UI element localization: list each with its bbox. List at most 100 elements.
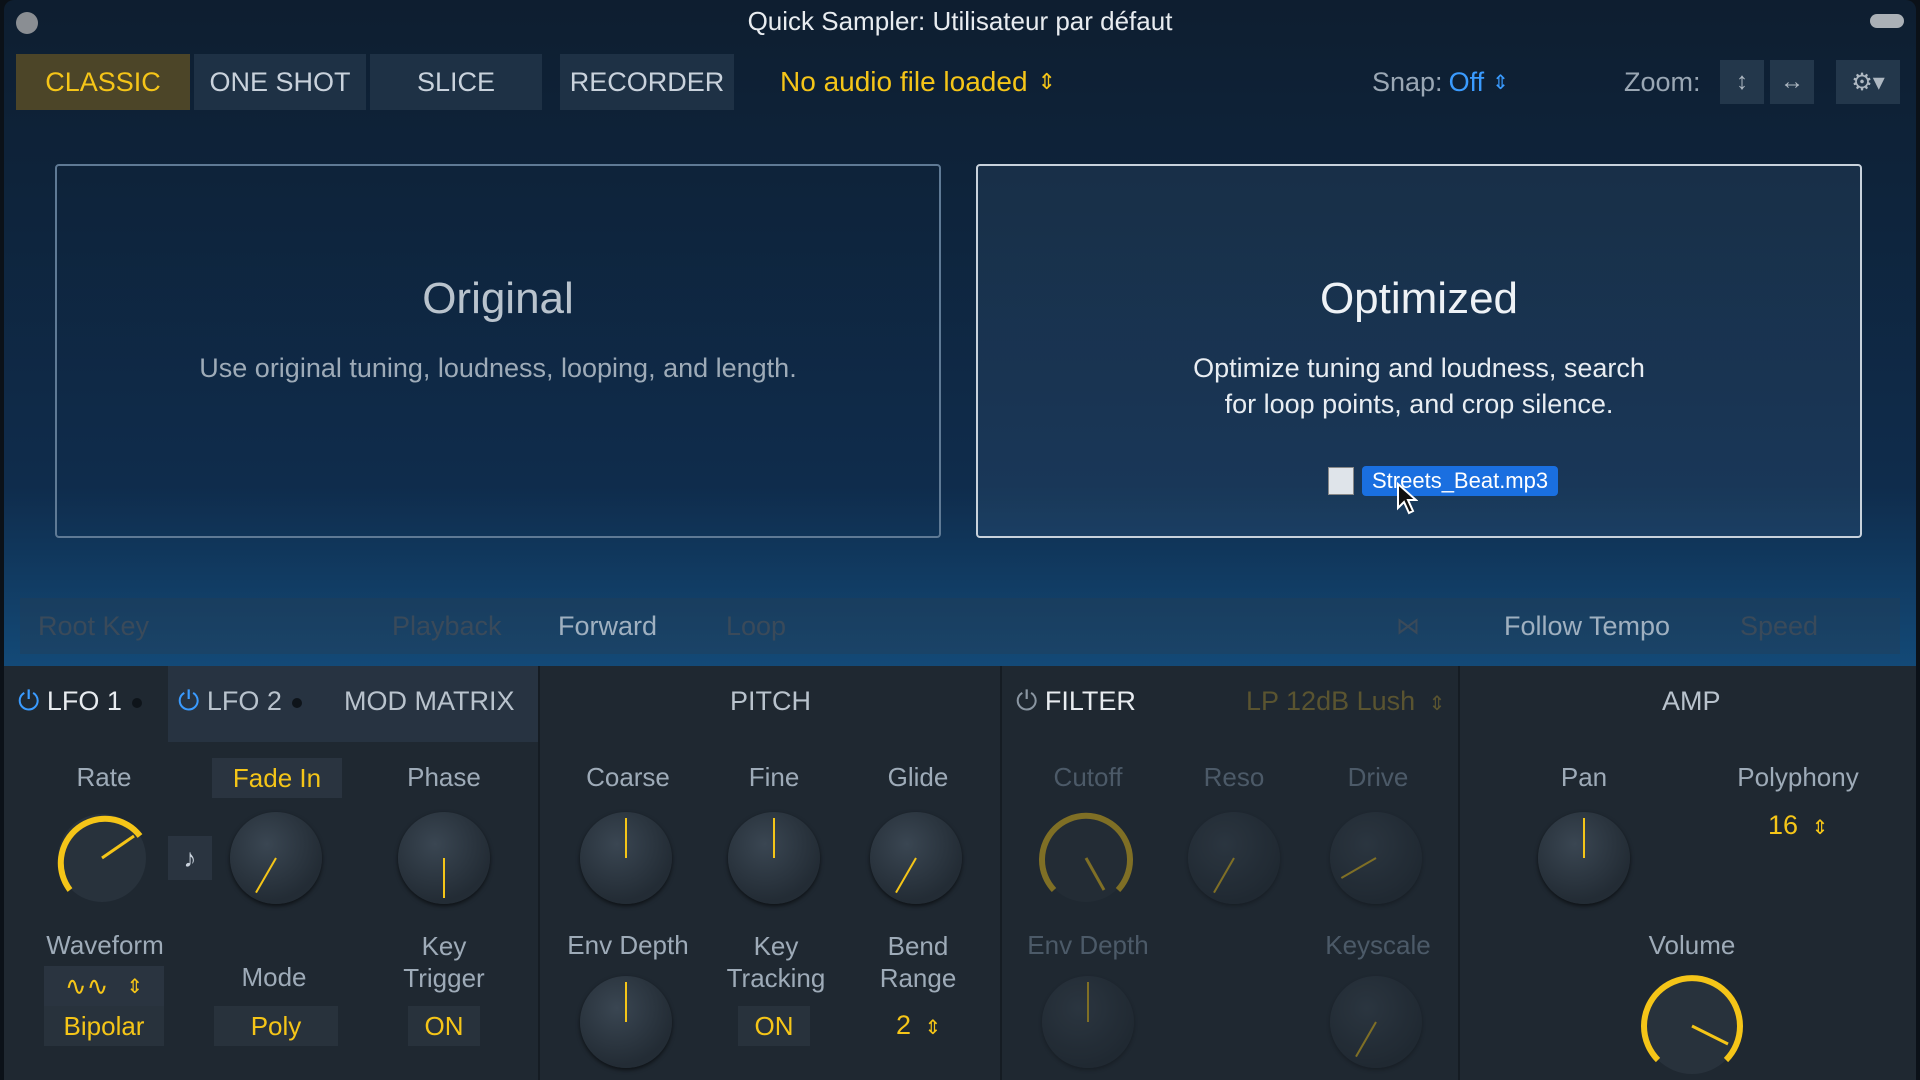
volume-knob-arc	[1641, 975, 1743, 1074]
pitch-env-depth-label: Env Depth	[567, 930, 689, 960]
chevron-updown-icon: ⇕	[924, 1017, 942, 1039]
key-trigger-toggle[interactable]: ON	[408, 1006, 480, 1046]
window-resize-pill[interactable]	[1870, 14, 1904, 28]
loop-label[interactable]: Loop	[726, 598, 786, 654]
keyscale-label: Keyscale	[1325, 930, 1431, 960]
pitch-title: PITCH	[730, 686, 811, 716]
zoom-label: Zoom:	[1624, 66, 1701, 97]
key-trigger-label-line1: Key	[421, 931, 467, 961]
filter-title: FILTER	[1044, 686, 1136, 716]
volume-label: Volume	[1648, 930, 1736, 960]
zoom-horizontal-button[interactable]: ↔	[1770, 60, 1814, 104]
knob-indicator	[1340, 857, 1377, 879]
synth-section: ⏻ LFO 1 ⏻ LFO 2 MOD MATRIX Rate Fade In …	[4, 666, 1916, 1080]
quick-sampler-window: Quick Sampler: Utilisateur par défaut CL…	[4, 0, 1916, 1080]
volume-knob[interactable]	[1636, 970, 1748, 1080]
settings-menu-button[interactable]: ⚙▾	[1836, 60, 1900, 104]
key-trigger-label: Key Trigger	[394, 930, 494, 994]
zoom-vertical-button[interactable]: ↕	[1720, 60, 1764, 104]
pan-label: Pan	[1560, 762, 1608, 792]
audio-file-icon	[1328, 467, 1354, 495]
filter-type-selector[interactable]: LP 12dB Lush ⇕	[1246, 686, 1445, 717]
waveform-label: Waveform	[46, 930, 164, 960]
knob-indicator	[895, 857, 917, 894]
divider	[1000, 666, 1002, 1080]
optimized-desc-line1: Optimize tuning and loudness, search	[1193, 353, 1645, 383]
crossfade-icon[interactable]: ⋈	[1396, 598, 1420, 654]
knob-indicator	[1355, 1021, 1377, 1058]
reso-label: Reso	[1203, 762, 1265, 792]
rate-label: Rate	[76, 762, 132, 792]
cutoff-label: Cutoff	[1053, 762, 1123, 792]
mode-classic-button[interactable]: CLASSIC	[16, 54, 190, 110]
playback-bar: Root Key Playback Forward Loop ⋈ Follow …	[20, 598, 1900, 654]
fade-in-knob[interactable]	[230, 812, 322, 904]
gear-icon: ⚙▾	[1851, 68, 1885, 96]
key-tracking-label-line2: Tracking	[726, 963, 826, 993]
chevron-updown-icon: ⇕	[126, 975, 144, 998]
bend-range-selector[interactable]: 2 ⇕	[896, 1010, 941, 1041]
tempo-sync-button[interactable]: ♪	[168, 836, 212, 880]
knob-indicator	[625, 818, 627, 858]
optimized-drop-zone[interactable]: Optimized Optimize tuning and loudness, …	[976, 164, 1862, 538]
knob-indicator	[773, 818, 775, 858]
playback-forward-button[interactable]: Forward	[558, 598, 657, 654]
tab-lfo1[interactable]: ⏻ LFO 1	[18, 686, 142, 718]
rate-knob[interactable]	[50, 806, 154, 915]
waveform-selector[interactable]: ∿∿ ⇕	[44, 966, 164, 1006]
original-drop-zone[interactable]: Original Use original tuning, loudness, …	[55, 164, 941, 538]
chevron-updown-icon: ⇕	[1428, 693, 1446, 715]
mode-selector[interactable]: Poly	[214, 1006, 338, 1046]
toolbar: CLASSIC ONE SHOT SLICE RECORDER No audio…	[4, 54, 1916, 110]
bend-range-label-line2: Range	[879, 963, 957, 993]
dragged-file[interactable]: Streets_Beat.mp3	[1328, 466, 1559, 496]
pan-knob[interactable]	[1538, 812, 1630, 904]
optimized-title: Optimized	[1319, 274, 1519, 323]
power-icon[interactable]: ⏻	[1016, 686, 1037, 716]
drive-knob[interactable]	[1330, 812, 1422, 904]
polyphony-selector[interactable]: 16 ⇕	[1768, 810, 1828, 841]
optimized-description: Optimize tuning and loudness, search for…	[1018, 350, 1820, 422]
mode-one-shot-button[interactable]: ONE SHOT	[194, 54, 366, 110]
tab-mod-matrix[interactable]: MOD MATRIX	[344, 686, 515, 717]
recorder-button[interactable]: RECORDER	[560, 54, 734, 110]
tab-lfo1-label: LFO 1	[46, 686, 122, 716]
dragged-file-name: Streets_Beat.mp3	[1362, 466, 1559, 496]
mode-slice-button[interactable]: SLICE	[370, 54, 542, 110]
knob-indicator	[1213, 857, 1235, 894]
glide-label: Glide	[887, 762, 949, 792]
chevron-updown-icon: ⇕	[1492, 71, 1509, 94]
bend-range-label: Bend Range	[860, 930, 976, 994]
speed-label[interactable]: Speed	[1740, 598, 1818, 654]
fade-in-selector[interactable]: Fade In	[212, 758, 342, 798]
reso-knob[interactable]	[1188, 812, 1280, 904]
fine-knob[interactable]	[728, 812, 820, 904]
bend-range-value: 2	[896, 1010, 912, 1040]
close-window-button[interactable]	[16, 12, 38, 34]
audio-file-selector[interactable]: No audio file loaded ⇕	[780, 54, 1056, 110]
key-tracking-toggle[interactable]: ON	[738, 1006, 810, 1046]
chevron-updown-icon: ⇕	[1811, 817, 1829, 839]
coarse-knob[interactable]	[580, 812, 672, 904]
follow-tempo-button[interactable]: Follow Tempo	[1504, 598, 1670, 654]
zoom-horizontal-icon: ↔	[1780, 68, 1804, 95]
tab-lfo2[interactable]: ⏻ LFO 2	[178, 686, 302, 718]
phase-knob[interactable]	[398, 812, 490, 904]
original-title: Original	[422, 274, 574, 323]
pitch-env-depth-knob[interactable]	[580, 976, 672, 1068]
root-key-label[interactable]: Root Key	[38, 598, 149, 654]
glide-knob[interactable]	[870, 812, 962, 904]
snap-value: Off	[1448, 66, 1485, 97]
power-icon[interactable]: ⏻	[178, 686, 199, 716]
snap-control[interactable]: Snap: Off ⇕	[1372, 54, 1509, 110]
bipolar-selector[interactable]: Bipolar	[44, 1006, 164, 1046]
cutoff-knob[interactable]	[1034, 806, 1138, 915]
keyscale-knob[interactable]	[1330, 976, 1422, 1068]
fine-label: Fine	[748, 762, 800, 792]
filter-env-depth-knob[interactable]	[1042, 976, 1134, 1068]
power-icon[interactable]: ⏻	[18, 686, 39, 716]
key-tracking-label: Key Tracking	[716, 930, 836, 994]
knob-indicator	[625, 982, 627, 1022]
rate-knob-arc	[57, 814, 146, 902]
drive-label: Drive	[1347, 762, 1409, 792]
